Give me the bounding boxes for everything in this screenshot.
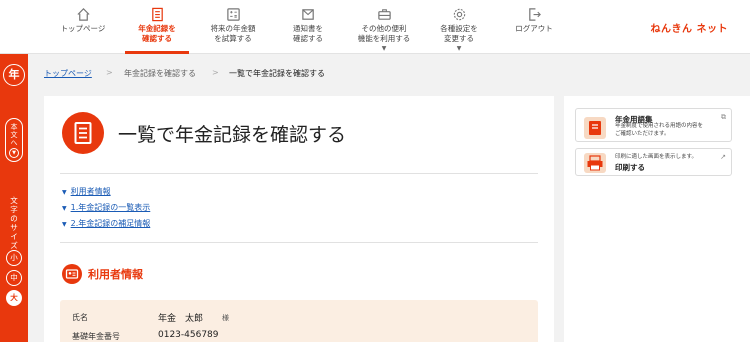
toc-link-user-info[interactable]: ▼ 利用者情報: [62, 186, 111, 197]
nav-label: その他の便利 機能を利用する: [357, 24, 411, 43]
print-title: 印刷する: [615, 163, 645, 172]
gear-icon: [453, 8, 465, 21]
glossary-description: ご確認いただけます。: [615, 131, 670, 137]
print-link-card[interactable]: 印刷に適した画面を表示します。 印刷する ↗: [575, 148, 732, 176]
font-size-large-button[interactable]: 大: [6, 290, 22, 306]
name-value: 年金 太郎: [158, 314, 204, 324]
right-sidebar: 年金用語集 年金制度で使用される用語の内容を ご確認いただけます。 ⧉ 印刷に適…: [564, 96, 750, 342]
chevron-down-icon: ▼: [62, 221, 67, 228]
user-info-box: 氏名 年金 太郎 様 基礎年金番号 0123-456789: [60, 300, 538, 342]
nav-label: ログアウト: [515, 24, 553, 33]
open-new-window-icon: ⧉: [721, 113, 726, 121]
left-sidebar: 年 本文へ ▼ 文字のサイズ 小 中 大: [0, 54, 28, 342]
nav-pension-estimate[interactable]: 将来の年金額 を試算する: [195, 0, 271, 54]
nav-top-page[interactable]: トップページ: [45, 0, 121, 54]
glossary-description: 年金制度で使用される用語の内容を: [615, 123, 704, 129]
document-list-icon: [151, 7, 163, 22]
breadcrumb-pension-records[interactable]: 年金記録を確認する: [124, 68, 196, 79]
toolbox-icon: [377, 9, 391, 20]
font-size-medium-button[interactable]: 中: [6, 270, 22, 286]
nav-logout[interactable]: ログアウト: [496, 0, 572, 54]
pension-number-label: 基礎年金番号: [72, 332, 120, 341]
nav-label: トップページ: [60, 24, 106, 33]
chevron-down-icon: ▼: [456, 45, 462, 52]
divider: [60, 173, 538, 174]
nav-settings[interactable]: 各種設定を 変更する ▼: [421, 0, 497, 54]
name-label: 氏名: [72, 313, 88, 322]
nav-notices[interactable]: 通知書を 確認する: [270, 0, 346, 54]
chevron-down-icon: ▼: [62, 205, 67, 212]
nav-label: 将来の年金額 を試算する: [210, 24, 256, 43]
document-list-icon: [62, 112, 104, 154]
breadcrumb-separator: >: [106, 68, 113, 77]
site-brand-logo[interactable]: ねんきん ネット: [651, 20, 728, 35]
skip-to-content-label: 本文へ: [10, 123, 18, 147]
section-title-user-info: 利用者情報: [88, 268, 143, 281]
nav-label: 年金記録を 確認する: [138, 24, 176, 43]
site-logo[interactable]: 年: [3, 64, 25, 86]
logout-icon: [528, 8, 541, 21]
external-link-icon: ↗: [720, 153, 726, 161]
pension-number-value: 0123-456789: [158, 330, 219, 340]
glossary-link-card[interactable]: 年金用語集 年金制度で使用される用語の内容を ご確認いただけます。 ⧉: [575, 108, 732, 142]
breadcrumb-top-page[interactable]: トップページ: [44, 68, 92, 79]
name-suffix: 様: [222, 314, 229, 322]
top-navigation: トップページ 年金記録を 確認する 将来の年金額 を試算する 通知書を 確認する…: [0, 0, 750, 54]
chevron-down-icon: ▼: [62, 189, 67, 196]
print-description: 印刷に適した画面を表示します。: [615, 154, 697, 160]
breadcrumb-current: 一覧で年金記録を確認する: [229, 69, 325, 78]
breadcrumb-separator: >: [212, 68, 219, 77]
toc-link-record-list[interactable]: ▼ 1.年金記録の一覧表示: [62, 202, 150, 213]
page-title: 一覧で年金記録を確認する: [118, 124, 347, 146]
nav-other-features[interactable]: その他の便利 機能を利用する ▼: [346, 0, 422, 54]
printer-icon: [584, 153, 606, 173]
toc-link-supplementary-info[interactable]: ▼ 2.年金記録の補足情報: [62, 218, 150, 229]
nav-label: 各種設定を 変更する: [440, 24, 478, 43]
envelope-icon: [301, 9, 314, 20]
nav-label: 通知書を 確認する: [293, 24, 323, 43]
id-card-icon: [62, 264, 82, 284]
font-size-small-button[interactable]: 小: [6, 250, 22, 266]
chevron-down-icon: ▼: [9, 148, 19, 158]
divider: [60, 242, 538, 243]
home-icon: [76, 8, 90, 21]
book-icon: [584, 117, 606, 139]
main-content: 一覧で年金記録を確認する ▼ 利用者情報 ▼ 1.年金記録の一覧表示 ▼ 2.年金記録…: [44, 96, 554, 342]
font-size-label: 文字のサイズ: [10, 196, 18, 250]
chevron-down-icon: ▼: [381, 45, 387, 52]
skip-to-content-button[interactable]: 本文へ ▼: [5, 118, 23, 162]
nav-pension-records[interactable]: 年金記録を 確認する: [119, 0, 195, 54]
calculator-icon: [226, 8, 240, 21]
